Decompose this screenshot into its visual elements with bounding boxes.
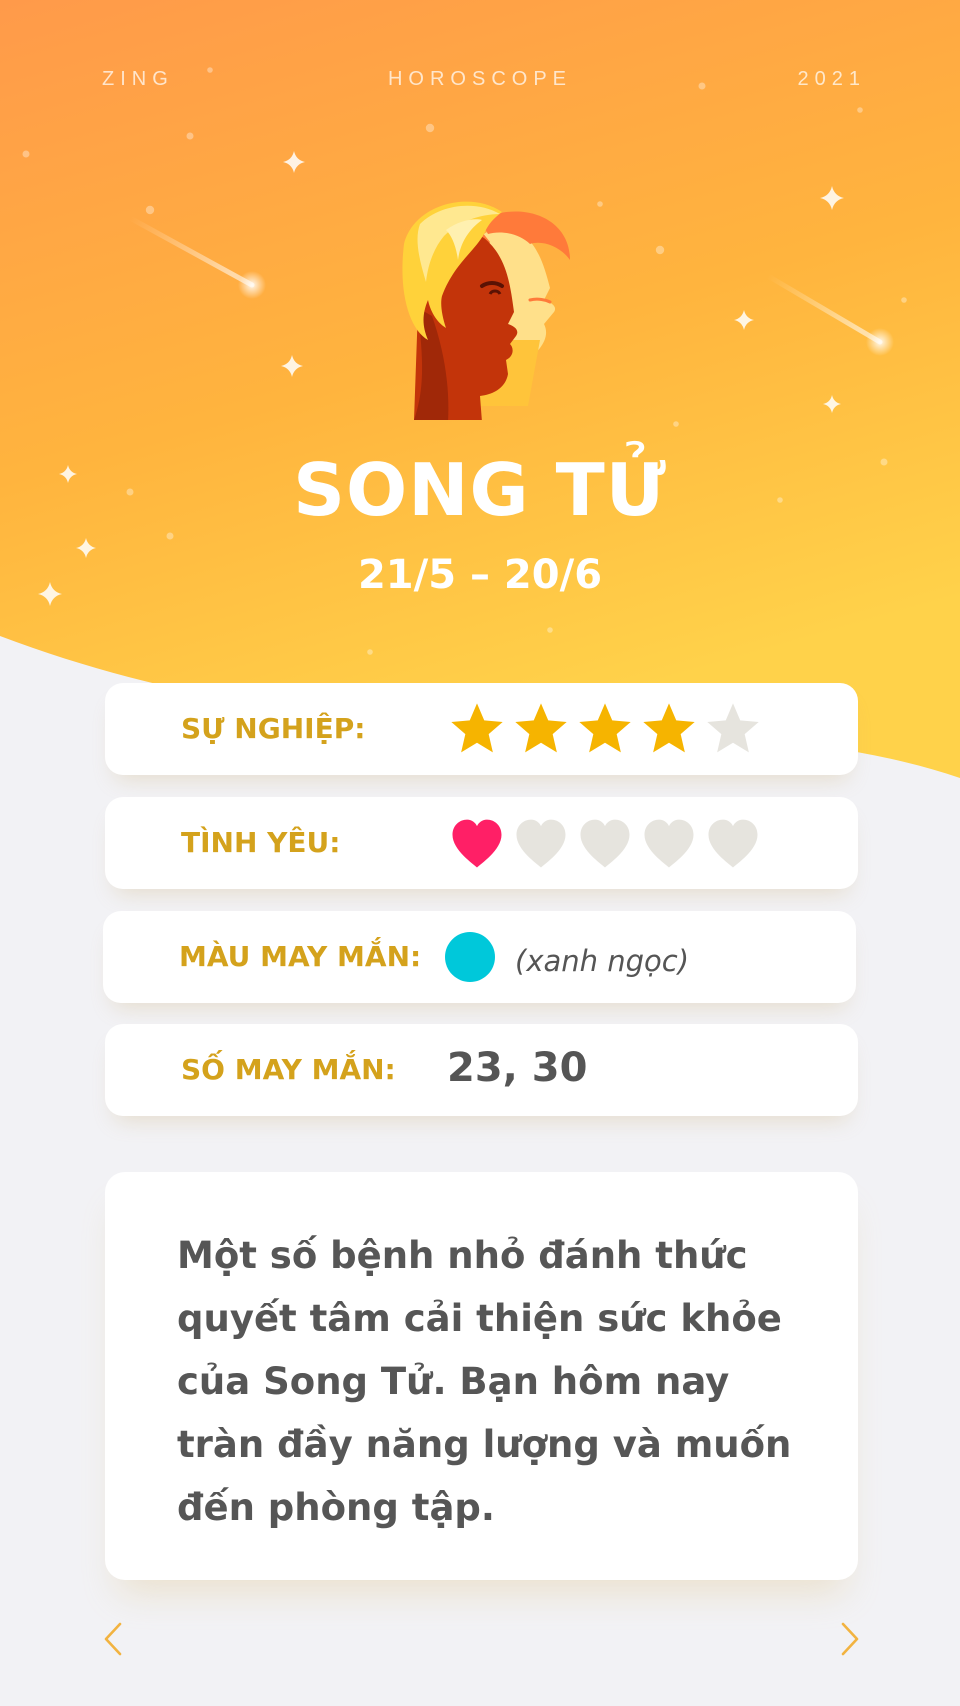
star-icon: [579, 703, 631, 753]
love-heart-rating: [447, 813, 763, 873]
love-label: TÌNH YÊU:: [181, 826, 341, 859]
year-label: 2021: [797, 68, 866, 90]
gemini-twins-icon: [402, 201, 570, 420]
lucky-color-label: MÀU MAY MẮN:: [179, 940, 422, 973]
lucky-number-label: SỐ MAY MẮN:: [181, 1053, 396, 1086]
description-card: Một số bệnh nhỏ đánh thức quyết tâm cải …: [105, 1172, 858, 1580]
heart-icon: [580, 819, 630, 868]
career-star-rating: [447, 699, 763, 759]
sign-date-range: 21/5 – 20/6: [357, 552, 603, 598]
horoscope-page: ZING HOROSCOPE 2021 SONG TỬ 21/5 – 20/6 …: [0, 0, 960, 1706]
lucky-color-card: MÀU MAY MẮN: (xanh ngọc): [103, 911, 856, 1003]
lucky-number-value: 23, 30: [447, 1045, 588, 1091]
sign-title: SONG TỬ: [293, 448, 667, 532]
heart-icon: [644, 819, 694, 868]
chevron-right-icon: [841, 1622, 859, 1656]
career-label: SỰ NGHIỆP:: [181, 712, 366, 745]
star-icon: [451, 703, 503, 753]
love-rating-card: TÌNH YÊU:: [105, 797, 858, 889]
chevron-left-icon: [104, 1622, 122, 1656]
horoscope-description: Một số bệnh nhỏ đánh thức quyết tâm cải …: [177, 1234, 792, 1529]
star-icon: [707, 703, 759, 753]
next-button[interactable]: [830, 1618, 870, 1660]
star-icon: [643, 703, 695, 753]
star-icon: [515, 703, 567, 753]
prev-button[interactable]: [93, 1618, 133, 1660]
lucky-color-swatch: [445, 932, 495, 982]
lucky-color-name: (xanh ngọc): [515, 944, 690, 978]
heart-icon: [452, 819, 502, 868]
career-rating-card: SỰ NGHIỆP:: [105, 683, 858, 775]
heart-icon: [516, 819, 566, 868]
lucky-number-card: SỐ MAY MẮN: 23, 30: [105, 1024, 858, 1116]
heart-icon: [708, 819, 758, 868]
